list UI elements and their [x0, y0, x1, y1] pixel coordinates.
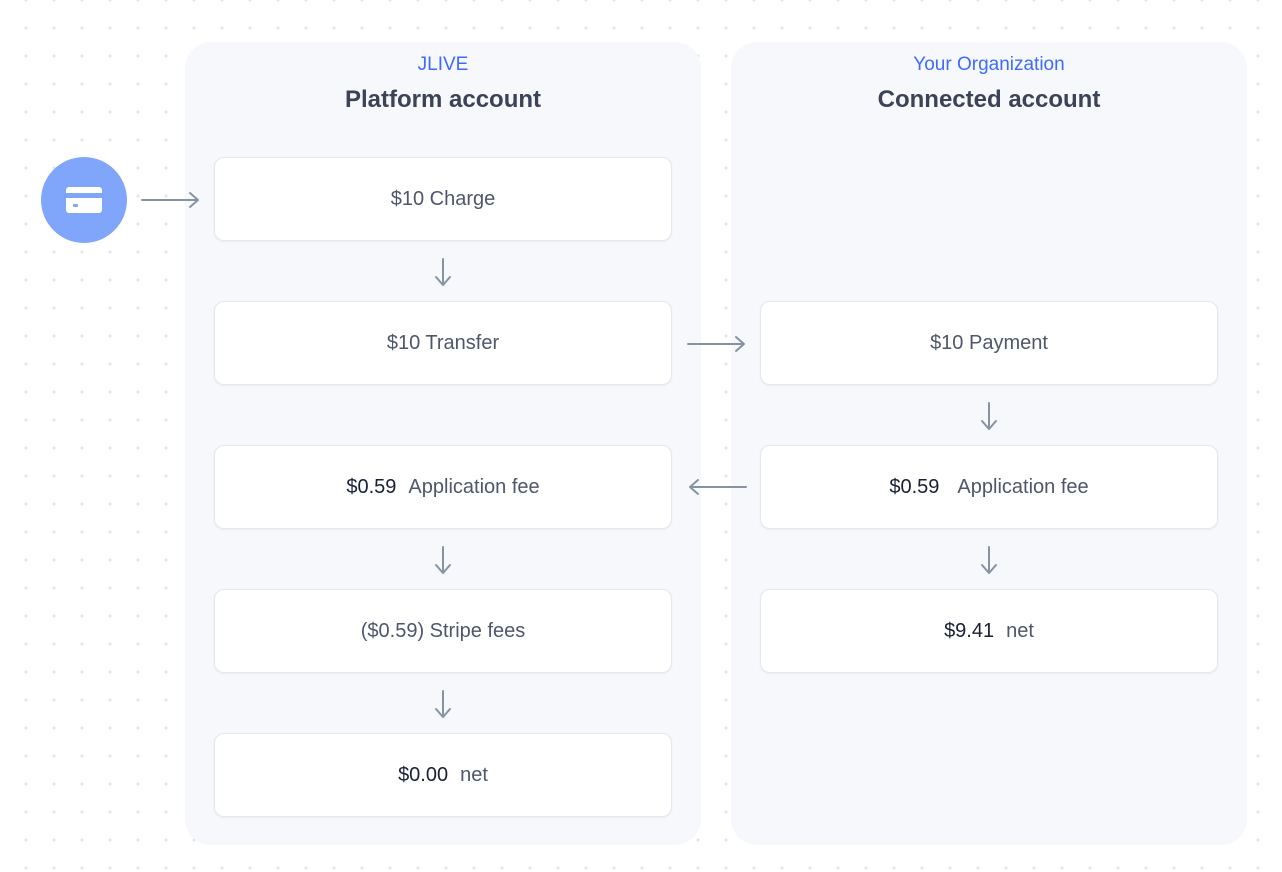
- stripe-fees-box: ($0.59) Stripe fees: [214, 589, 672, 673]
- platform-net-label: net: [460, 763, 488, 786]
- connected-net-label: net: [1006, 619, 1034, 642]
- platform-application-fee-box: $0.59 Application fee: [214, 445, 672, 529]
- platform-application-fee-label: Application fee: [408, 475, 540, 498]
- connected-account-panel: Your Organization Connected account: [731, 42, 1247, 845]
- arrow-down-icon: [981, 546, 997, 574]
- arrow-down-icon: [981, 402, 997, 430]
- arrow-down-icon: [435, 690, 451, 718]
- connected-net-box: $9.41 net: [760, 589, 1218, 673]
- payment-text: $10 Payment: [930, 331, 1048, 354]
- arrow-right-icon: [687, 336, 745, 352]
- credit-card-icon: [66, 187, 102, 213]
- stripe-fees-text: ($0.59) Stripe fees: [360, 619, 526, 642]
- arrow-down-icon: [435, 546, 451, 574]
- connected-application-fee-box: $0.59 Application fee: [760, 445, 1218, 529]
- charge-text: $10 Charge: [390, 187, 496, 210]
- transfer-box: $10 Transfer: [214, 301, 672, 385]
- platform-application-fee-amount: $0.59: [346, 475, 397, 498]
- connected-title: Connected account: [877, 86, 1101, 113]
- charge-box: $10 Charge: [214, 157, 672, 241]
- platform-net-box: $0.00 net: [214, 733, 672, 817]
- transfer-text: $10 Transfer: [386, 331, 500, 354]
- payment-source-circle: [41, 157, 127, 243]
- platform-title: Platform account: [344, 86, 542, 113]
- connected-subtitle: Your Organization: [913, 54, 1065, 75]
- connected-application-fee-label: Application fee: [957, 475, 1089, 498]
- arrow-down-icon: [435, 258, 451, 286]
- arrow-left-icon: [689, 479, 747, 495]
- connected-application-fee-amount: $0.59: [889, 475, 940, 498]
- connected-net-amount: $9.41: [944, 619, 995, 642]
- platform-subtitle: JLIVE: [417, 54, 469, 75]
- arrow-right-icon: [141, 192, 199, 208]
- platform-net-amount: $0.00: [398, 763, 449, 786]
- payment-box: $10 Payment: [760, 301, 1218, 385]
